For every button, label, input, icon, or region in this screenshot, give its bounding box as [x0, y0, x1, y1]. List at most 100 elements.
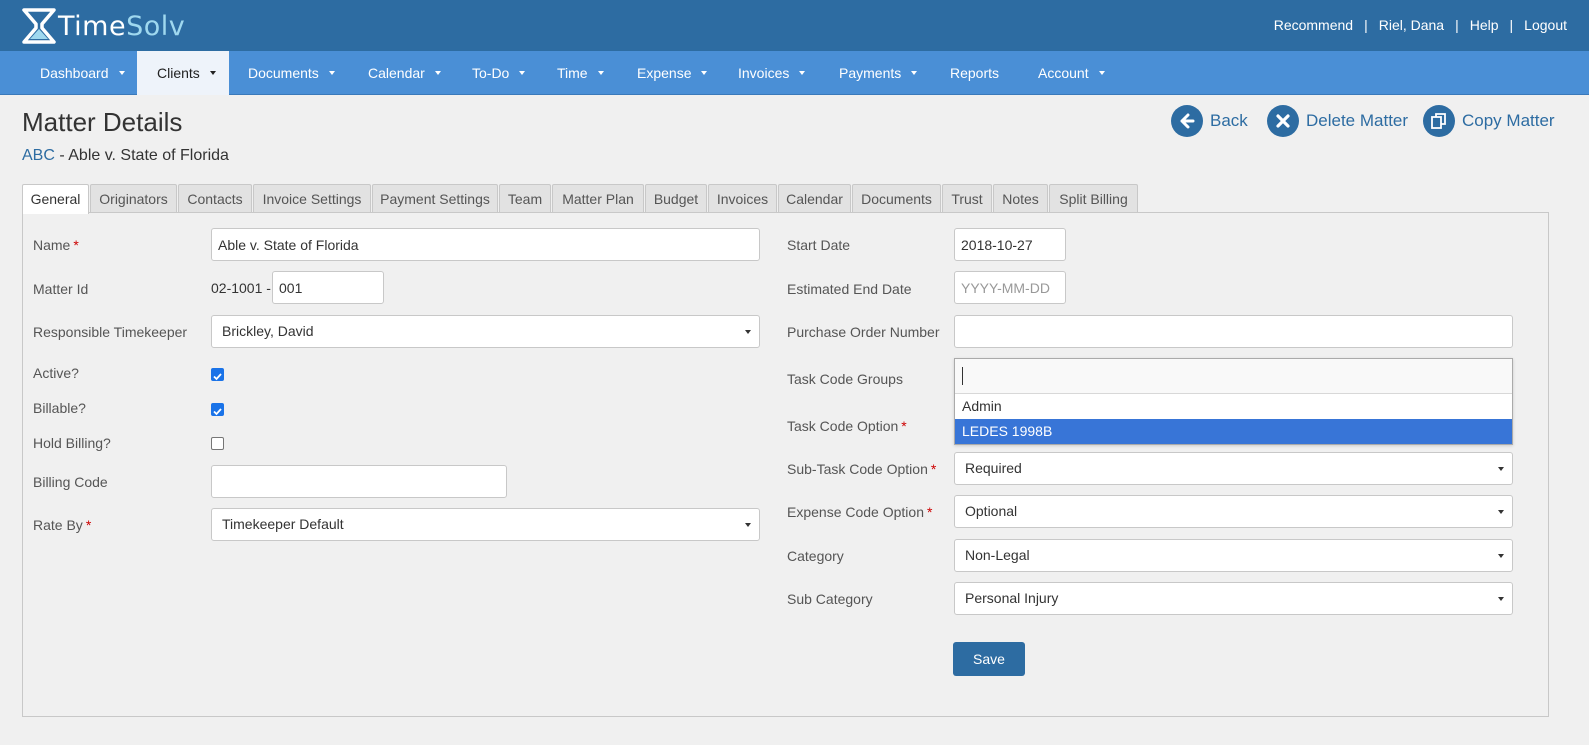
tab-invoices[interactable]: Invoices	[708, 184, 777, 213]
nav-time[interactable]: Time	[557, 51, 604, 95]
tab-calendar[interactable]: Calendar	[778, 184, 851, 213]
nav-label: Calendar	[368, 65, 425, 81]
back-button[interactable]: Back	[1171, 105, 1248, 137]
matter-id-prefix: 02-1001 -	[211, 280, 271, 296]
purchase-order-input[interactable]	[954, 315, 1513, 348]
chevron-down-icon	[1498, 510, 1504, 514]
sub-task-code-option-select[interactable]: Required	[954, 452, 1513, 485]
logout-link[interactable]: Logout	[1524, 17, 1567, 33]
task-code-groups-label: Task Code Groups	[787, 371, 903, 387]
nav-label: Payments	[839, 65, 902, 81]
chevron-down-icon	[799, 71, 806, 76]
expense-code-option-select[interactable]: Optional	[954, 495, 1513, 528]
user-name-link[interactable]: Riel, Dana	[1379, 17, 1444, 33]
chevron-down-icon	[701, 71, 708, 76]
required-marker: *	[930, 461, 937, 477]
nav-expense[interactable]: Expense	[637, 51, 708, 95]
rate-by-select[interactable]: Timekeeper Default	[211, 508, 760, 541]
nav-account[interactable]: Account	[1038, 51, 1105, 95]
task-code-groups-search-input[interactable]	[955, 359, 1512, 394]
tab-notes[interactable]: Notes	[993, 184, 1048, 213]
delete-matter-label: Delete Matter	[1306, 111, 1409, 130]
hourglass-logo-icon	[22, 8, 56, 44]
tab-trust[interactable]: Trust	[942, 184, 992, 213]
task-code-groups-dropdown: Admin LEDES 1998B	[954, 358, 1513, 445]
active-checkbox[interactable]	[211, 368, 224, 381]
separator: |	[1509, 17, 1514, 33]
recommend-link[interactable]: Recommend	[1274, 17, 1353, 33]
required-marker: *	[73, 237, 79, 253]
copy-icon	[1423, 105, 1455, 137]
matter-id-input[interactable]	[272, 271, 384, 304]
active-label: Active?	[33, 365, 79, 381]
sub-category-select[interactable]: Personal Injury	[954, 582, 1513, 615]
save-button[interactable]: Save	[953, 642, 1025, 676]
sub-category-label: Sub Category	[787, 591, 873, 607]
nav-invoices[interactable]: Invoices	[738, 51, 806, 95]
billing-code-input[interactable]	[211, 465, 507, 498]
nav-dashboard[interactable]: Dashboard	[40, 51, 125, 95]
tab-general[interactable]: General	[22, 184, 89, 214]
back-label: Back	[1210, 111, 1248, 130]
name-label: Name *	[33, 237, 79, 253]
header-links: Recommend | Riel, Dana | Help | Logout	[1274, 17, 1567, 33]
dropdown-option-ledes-1998b[interactable]: LEDES 1998B	[955, 419, 1512, 444]
required-marker: *	[926, 504, 933, 520]
responsible-timekeeper-label: Responsible Timekeeper	[33, 324, 188, 340]
logo-solv-text: Solv	[126, 10, 186, 42]
hold-billing-label: Hold Billing?	[33, 435, 111, 451]
nav-label: Clients	[157, 65, 200, 81]
dropdown-option-admin[interactable]: Admin	[955, 394, 1512, 419]
help-link[interactable]: Help	[1470, 17, 1499, 33]
nav-todo[interactable]: To-Do	[472, 51, 526, 95]
client-code-link[interactable]: ABC	[22, 147, 55, 164]
timesolv-logo[interactable]: TimeSolv	[22, 8, 185, 44]
estimated-end-date-input[interactable]	[954, 271, 1066, 304]
tab-team[interactable]: Team	[499, 184, 551, 213]
tab-documents[interactable]: Documents	[852, 184, 941, 213]
copy-matter-button[interactable]: Copy Matter	[1423, 105, 1555, 137]
nav-payments[interactable]: Payments	[839, 51, 918, 95]
chevron-down-icon	[911, 71, 918, 76]
start-date-input[interactable]	[954, 228, 1066, 261]
chevron-down-icon	[519, 71, 526, 76]
tab-payment-settings[interactable]: Payment Settings	[372, 184, 498, 213]
chevron-down-icon	[1498, 597, 1504, 601]
tab-matter-plan[interactable]: Matter Plan	[552, 184, 644, 213]
tab-invoice-settings[interactable]: Invoice Settings	[253, 184, 371, 213]
hold-billing-checkbox[interactable]	[211, 437, 224, 450]
matter-name-text: Able v. State of Florida	[68, 147, 229, 164]
nav-label: Time	[557, 65, 588, 81]
chevron-down-icon	[597, 71, 604, 76]
chevron-down-icon	[1498, 554, 1504, 558]
close-icon	[1267, 105, 1299, 137]
nav-documents[interactable]: Documents	[248, 51, 335, 95]
nav-clients[interactable]: Clients	[137, 51, 229, 95]
copy-matter-label: Copy Matter	[1462, 111, 1555, 130]
selected-value: Timekeeper Default	[222, 516, 344, 532]
task-code-option-label: Task Code Option *	[787, 418, 907, 434]
matter-id-label: Matter Id	[33, 281, 89, 297]
chevron-down-icon	[328, 71, 335, 76]
tab-originators[interactable]: Originators	[90, 184, 177, 213]
logo-time-text: Time	[58, 10, 127, 42]
tab-budget[interactable]: Budget	[645, 184, 707, 213]
selected-value: Optional	[965, 503, 1018, 519]
chevron-down-icon	[1098, 71, 1105, 76]
nav-calendar[interactable]: Calendar	[368, 51, 441, 95]
checkmark-icon	[213, 408, 222, 416]
category-select[interactable]: Non-Legal	[954, 539, 1513, 572]
separator: |	[1455, 17, 1459, 33]
tab-contacts[interactable]: Contacts	[178, 184, 252, 213]
selected-value: Non-Legal	[965, 547, 1030, 563]
name-input[interactable]	[211, 228, 760, 261]
nav-label: Expense	[637, 65, 692, 81]
billable-checkbox[interactable]	[211, 403, 224, 416]
matter-breadcrumb: ABC - Able v. State of Florida	[22, 147, 229, 165]
tab-split-billing[interactable]: Split Billing	[1049, 184, 1138, 213]
responsible-timekeeper-select[interactable]: Brickley, David	[211, 315, 760, 348]
delete-matter-button[interactable]: Delete Matter	[1267, 105, 1408, 137]
nav-reports[interactable]: Reports	[950, 51, 999, 95]
chevron-down-icon	[434, 71, 441, 76]
nav-label: Reports	[950, 65, 1000, 81]
